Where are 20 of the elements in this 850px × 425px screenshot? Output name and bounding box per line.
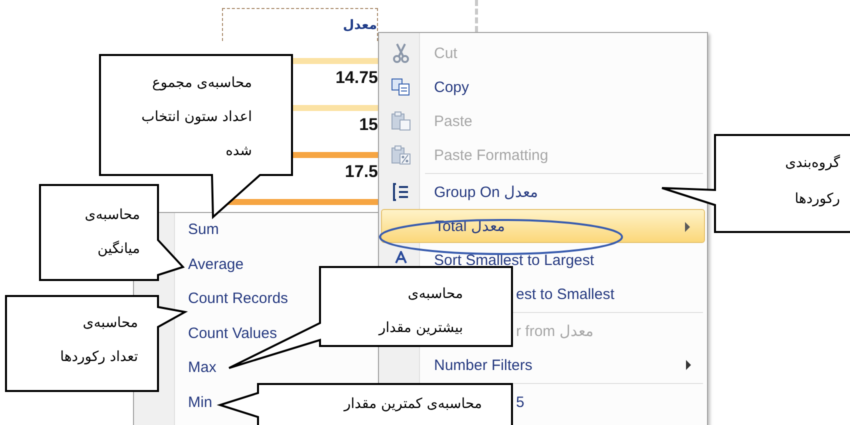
callout-text: محاسبه‌ی کمترین مقدار bbox=[342, 395, 482, 414]
callout-text: محاسبه‌ی بیشترین مقدار bbox=[377, 285, 463, 338]
menu-item[interactable]: 5 bbox=[516, 385, 705, 419]
paste-format-icon bbox=[391, 145, 411, 165]
callout-text: محاسبه‌ی میانگین bbox=[84, 206, 140, 259]
table-cell-text: 17.5 bbox=[344, 161, 378, 182]
scissors-icon bbox=[393, 43, 409, 63]
callout-text: محاسبه‌ی مجموع اعداد ستون انتخاب شده bbox=[140, 74, 252, 161]
menu-item[interactable]: est to Smallest bbox=[516, 277, 705, 311]
menu-item[interactable]: Number Filters bbox=[381, 348, 705, 382]
column-header: معدل bbox=[222, 8, 378, 41]
callout-text: گروه‌بندی رکوردها bbox=[784, 154, 840, 209]
group-icon bbox=[392, 183, 410, 201]
menu-item[interactable]: Copy bbox=[381, 70, 705, 104]
table-cell-text: 14.75 bbox=[335, 67, 378, 88]
callout-text: محاسبه‌ی تعداد رکوردها bbox=[59, 314, 138, 367]
copy-icon bbox=[391, 78, 411, 96]
table-cell-text: 15 bbox=[359, 114, 378, 135]
menu-item[interactable]: Group On معدل bbox=[381, 175, 705, 209]
paste-icon bbox=[391, 111, 411, 131]
